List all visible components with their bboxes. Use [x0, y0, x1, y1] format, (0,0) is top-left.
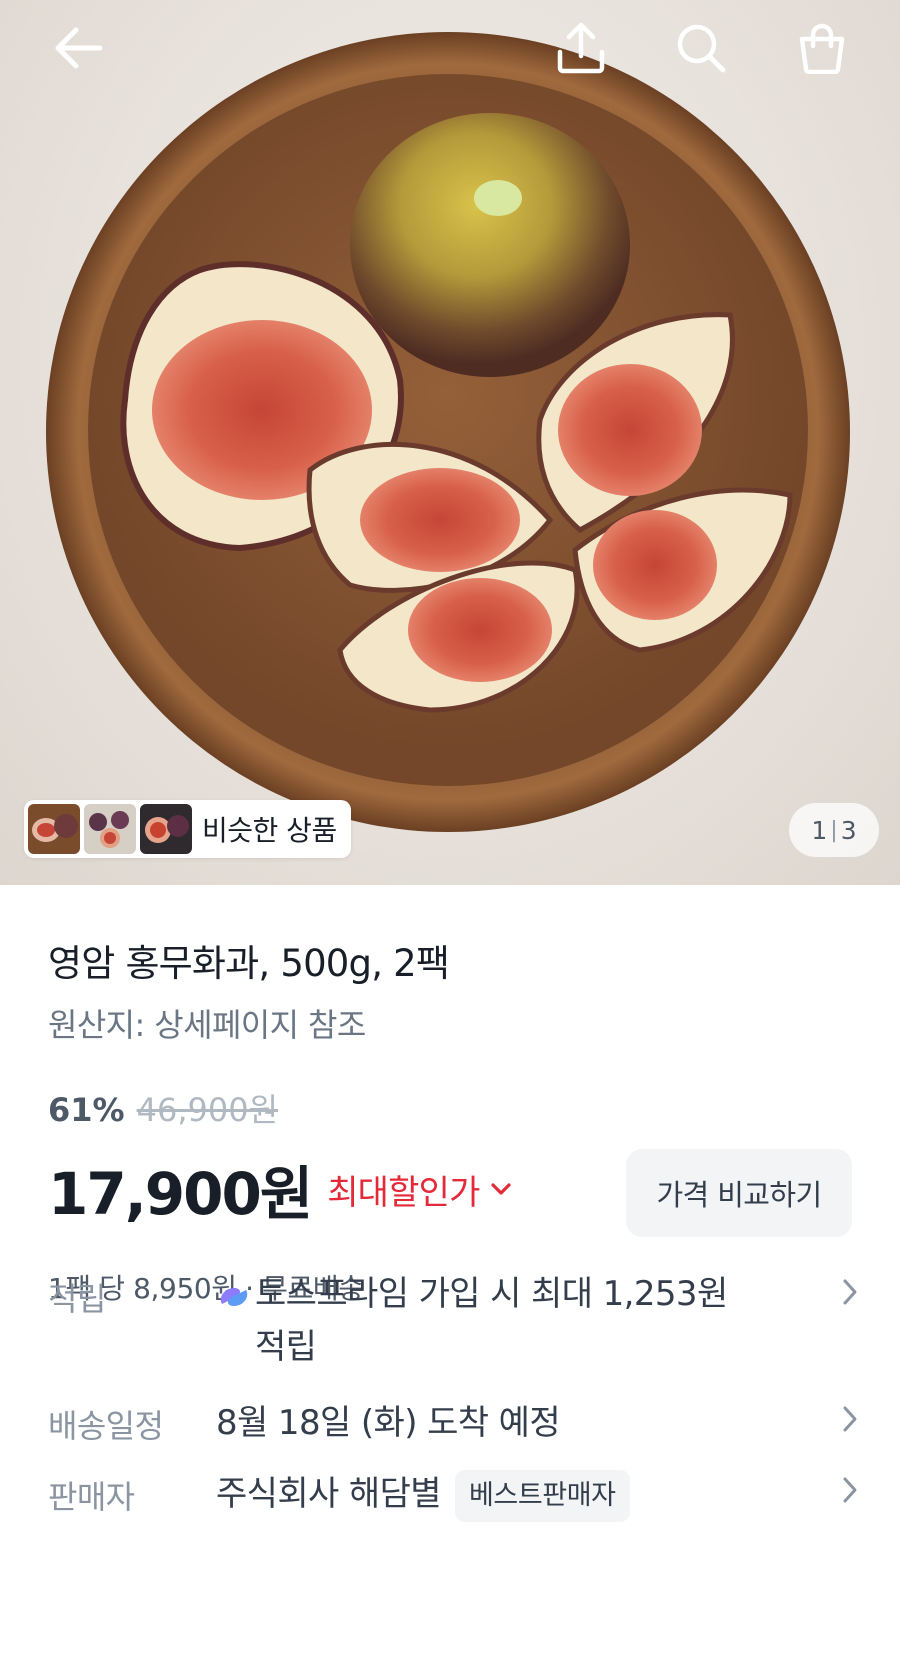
product-origin: 원산지: 상세페이지 참조	[48, 1006, 366, 1044]
points-label: 적립	[48, 1280, 106, 1318]
similar-thumbnail-2	[84, 804, 136, 854]
product-image-gallery[interactable]: 비슷한 상품 1 | 3	[0, 0, 900, 885]
search-icon	[677, 24, 726, 73]
discount-rate: 61%	[48, 1091, 125, 1129]
chevron-right-icon	[842, 1278, 858, 1310]
similar-products-button[interactable]: 비슷한 상품	[24, 800, 351, 858]
chevron-right-icon	[842, 1405, 858, 1437]
chevron-right-icon	[842, 1476, 858, 1508]
search-button[interactable]	[665, 12, 737, 84]
similar-products-label: 비슷한 상품	[202, 814, 337, 847]
seller-row[interactable]: 판매자 주식회사 해담별 베스트판매자	[48, 1462, 858, 1524]
product-photo	[46, 32, 850, 832]
shopping-bag-button[interactable]	[786, 12, 858, 84]
toss-prime-icon	[220, 1288, 248, 1306]
sale-price: 17,900원	[48, 1160, 313, 1228]
similar-thumbnail-1	[28, 804, 80, 854]
shopping-bag-icon	[799, 23, 845, 74]
points-value: 토스프라임 가입 시 최대 1,253원 적립	[255, 1274, 728, 1367]
arrow-left-icon	[55, 27, 103, 69]
shipping-label: 배송일정	[48, 1407, 164, 1445]
max-discount-toggle[interactable]: 최대할인가	[327, 1165, 480, 1214]
share-icon	[557, 22, 605, 74]
price-row: 17,900원 최대할인가	[48, 1147, 512, 1231]
seller-label: 판매자	[48, 1478, 135, 1516]
points-row[interactable]: 적립 토스프라임 가입 시 최대 1,253원 적립	[48, 1268, 858, 1378]
best-seller-badge: 베스트판매자	[454, 1469, 630, 1522]
share-button[interactable]	[545, 12, 617, 84]
back-button[interactable]	[42, 12, 114, 84]
shipping-value: 8월 18일 (화) 도착 예정	[216, 1403, 561, 1443]
shipping-row[interactable]: 배송일정 8월 18일 (화) 도착 예정	[48, 1395, 858, 1451]
discount-row: 61% 46,900원	[48, 1085, 278, 1131]
similar-thumbnail-3	[140, 804, 192, 854]
image-page-indicator: 1 | 3	[789, 803, 879, 857]
product-title: 영암 홍무화과, 500g, 2팩	[48, 942, 450, 985]
price-compare-button[interactable]: 가격 비교하기	[626, 1149, 852, 1237]
total-pages: 3	[840, 815, 857, 845]
page-separator: |	[830, 817, 838, 843]
seller-value-wrap: 주식회사 해담별 베스트판매자	[216, 1466, 630, 1522]
top-app-bar	[0, 0, 900, 100]
chevron-down-icon[interactable]	[490, 1182, 512, 1196]
seller-name: 주식회사 해담별	[216, 1474, 442, 1514]
original-price: 46,900원	[136, 1091, 279, 1129]
current-page: 1	[811, 815, 828, 845]
